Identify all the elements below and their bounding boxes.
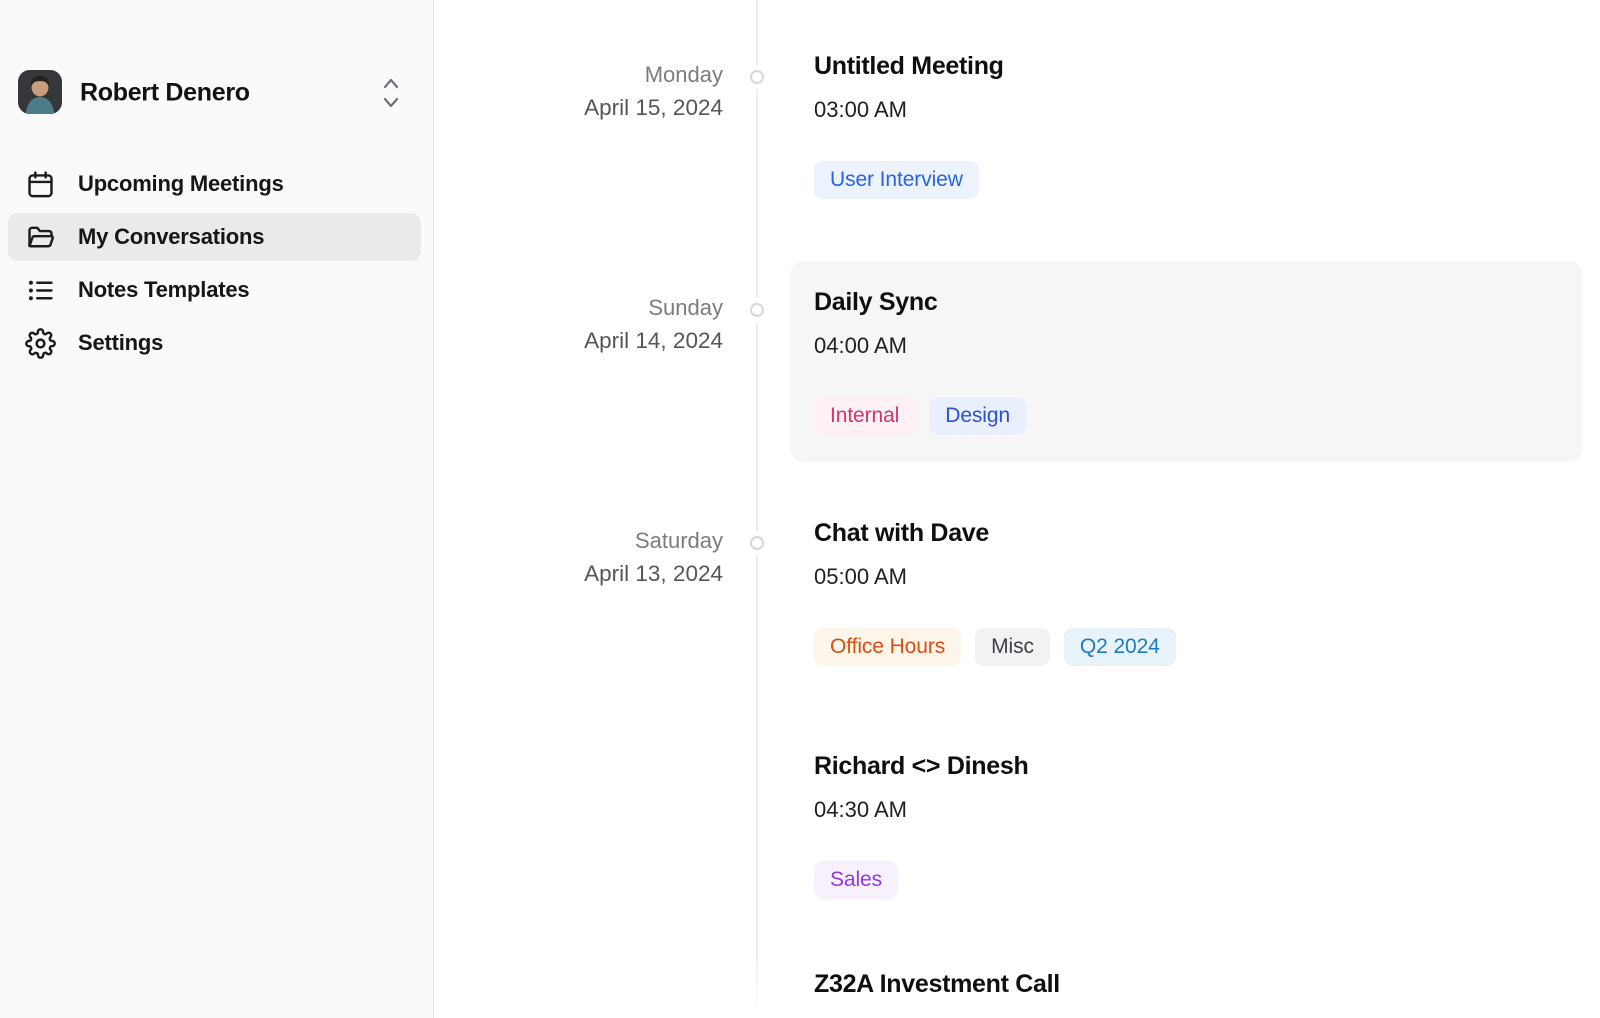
meeting-entry-z32a-investment-call[interactable]: Z32A Investment Call xyxy=(814,969,1060,999)
timeline-dot xyxy=(750,536,764,550)
meeting-tags: Office Hours Misc Q2 2024 xyxy=(814,628,1176,666)
timeline-dot xyxy=(750,70,764,84)
meeting-title: Richard <> Dinesh xyxy=(814,751,1028,781)
tag-design: Design xyxy=(929,397,1026,435)
meeting-entry-chat-with-dave[interactable]: Chat with Dave 05:00 AM Office Hours Mis… xyxy=(814,518,1176,666)
meeting-time: 04:00 AM xyxy=(814,332,1582,360)
avatar xyxy=(18,70,62,114)
tag-office-hours: Office Hours xyxy=(814,628,961,666)
meeting-time: 05:00 AM xyxy=(814,563,1176,591)
timeline-date: Monday April 15, 2024 xyxy=(483,58,723,124)
sidebar-item-settings[interactable]: Settings xyxy=(8,319,421,367)
meeting-title: Chat with Dave xyxy=(814,518,1176,548)
timeline-day-label: Monday xyxy=(483,58,723,91)
tag-q2-2024: Q2 2024 xyxy=(1064,628,1176,666)
sidebar-nav: Upcoming Meetings My Conversations xyxy=(8,160,421,372)
timeline-date-label: April 14, 2024 xyxy=(483,324,723,357)
meeting-tags: Internal Design xyxy=(814,397,1582,435)
timeline-day-label: Saturday xyxy=(483,524,723,557)
tag-misc: Misc xyxy=(975,628,1050,666)
sidebar-item-label: Upcoming Meetings xyxy=(78,171,284,197)
timeline-day-label: Sunday xyxy=(483,291,723,324)
timeline-date: Sunday April 14, 2024 xyxy=(483,291,723,357)
timeline-date: Saturday April 13, 2024 xyxy=(483,524,723,590)
timeline-date-label: April 15, 2024 xyxy=(483,91,723,124)
account-switcher[interactable]: Robert Denero xyxy=(0,68,434,118)
meeting-card-content: Daily Sync 04:00 AM Internal Design xyxy=(814,287,1582,435)
meeting-time: 03:00 AM xyxy=(814,96,1004,124)
meeting-entry-untitled-meeting[interactable]: Untitled Meeting 03:00 AM User Interview xyxy=(814,51,1004,199)
sidebar-item-label: My Conversations xyxy=(78,224,264,250)
chevron-updown-icon xyxy=(379,72,403,114)
meeting-title: Z32A Investment Call xyxy=(814,969,1060,999)
sidebar-item-label: Settings xyxy=(78,330,163,356)
meeting-entry-richard-dinesh[interactable]: Richard <> Dinesh 04:30 AM Sales xyxy=(814,751,1028,899)
timeline-dot xyxy=(750,303,764,317)
app-window: Robert Denero Upcoming Meet xyxy=(0,0,1600,1018)
tag-user-interview: User Interview xyxy=(814,161,979,199)
user-name: Robert Denero xyxy=(80,79,250,108)
meeting-time: 04:30 AM xyxy=(814,796,1028,824)
meeting-tags: Sales xyxy=(814,861,1028,899)
folder-icon xyxy=(25,222,56,253)
list-icon xyxy=(25,275,56,306)
timeline-line xyxy=(756,0,758,1018)
sidebar-item-label: Notes Templates xyxy=(78,277,249,303)
sidebar-item-notes-templates[interactable]: Notes Templates xyxy=(8,266,421,314)
meeting-title: Untitled Meeting xyxy=(814,51,1004,81)
sidebar-item-my-conversations[interactable]: My Conversations xyxy=(8,213,421,261)
calendar-icon xyxy=(25,169,56,200)
meeting-tags: User Interview xyxy=(814,161,1004,199)
timeline-date-label: April 13, 2024 xyxy=(483,557,723,590)
tag-internal: Internal xyxy=(814,397,915,435)
gear-icon xyxy=(25,328,56,359)
sidebar: Robert Denero Upcoming Meet xyxy=(0,0,434,1018)
meeting-entry-daily-sync[interactable]: Daily Sync 04:00 AM Internal Design xyxy=(790,261,1582,462)
sidebar-item-upcoming-meetings[interactable]: Upcoming Meetings xyxy=(8,160,421,208)
tag-sales: Sales xyxy=(814,861,898,899)
meeting-title: Daily Sync xyxy=(814,287,1582,317)
